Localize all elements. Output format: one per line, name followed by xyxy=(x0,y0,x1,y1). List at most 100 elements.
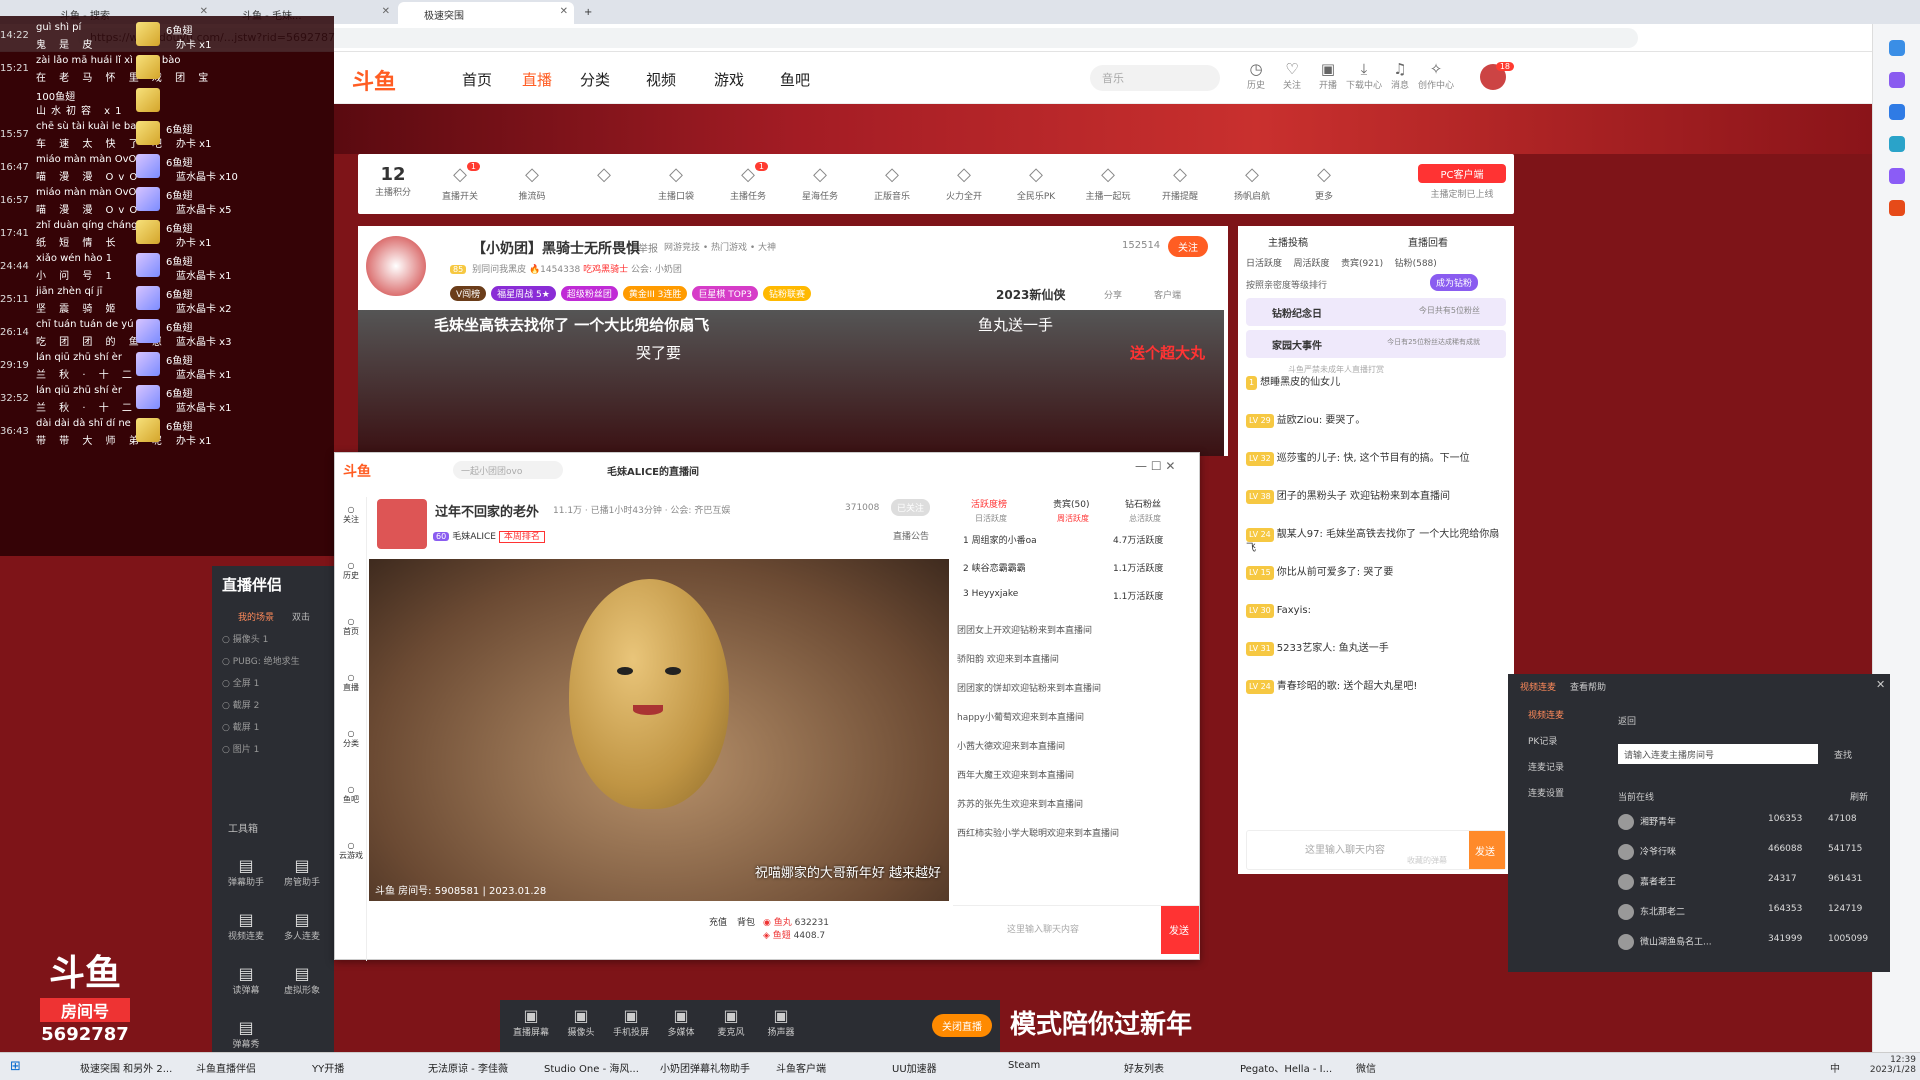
tab-daily[interactable]: 日活跃度 xyxy=(1246,259,1282,269)
room-category[interactable]: 网游竞技 • 热门游戏 • 大神 xyxy=(664,240,776,253)
tab-vip[interactable]: 贵宾(921) xyxy=(1341,259,1383,269)
toolbar-item[interactable]: ◇ 直播开关 1 xyxy=(432,162,488,202)
float-nav-item[interactable]: ○ 鱼吧 xyxy=(335,785,367,805)
toolbar-item[interactable]: ◇ 正版音乐 xyxy=(864,164,920,202)
collect-link[interactable]: 收藏的弹幕 xyxy=(1407,855,1447,866)
sub-total[interactable]: 总活跃度 xyxy=(1129,513,1161,524)
toolbar-item[interactable]: ◇ 推流码 xyxy=(504,164,560,202)
nav-yuba[interactable]: 鱼吧 xyxy=(780,69,810,90)
message-button[interactable]: ♫ 消息 xyxy=(1382,60,1418,91)
creator-button[interactable]: ✧ 创作中心 xyxy=(1418,60,1454,91)
douyu-logo[interactable]: 斗鱼 xyxy=(352,64,422,95)
float-send-button[interactable]: 发送 xyxy=(1161,906,1199,954)
scene-source[interactable]: ○ 全屏 1 xyxy=(222,676,259,689)
tab-double[interactable]: 双击 xyxy=(292,610,310,623)
scene-source[interactable]: ○ 摄像头 1 xyxy=(222,632,268,645)
end-live-button[interactable]: 关闭直播 xyxy=(932,1014,992,1037)
nav-game[interactable]: 游戏 xyxy=(714,69,744,90)
taskbar-app[interactable]: 斗鱼客户端 xyxy=(776,1060,826,1075)
toolbar-item[interactable]: ◇ 火力全开 xyxy=(936,164,992,202)
streamer-avatar[interactable] xyxy=(366,236,426,296)
online-streamer[interactable]: 微山湖渔島名工... 341999 1005099 xyxy=(1618,934,1880,950)
bag-button[interactable]: 背包 xyxy=(737,915,755,928)
person-icon[interactable] xyxy=(1888,168,1905,184)
taskbar-app[interactable]: 极速突围 和另外 2... xyxy=(80,1060,172,1075)
room-id-input[interactable]: 请输入连麦主播房间号 xyxy=(1618,744,1818,764)
float-tab-title[interactable]: 毛妹ALICE的直播间 xyxy=(607,463,699,478)
follow-button[interactable]: ♡ 关注 xyxy=(1274,60,1310,91)
back-link[interactable]: 返回 xyxy=(1618,714,1636,727)
score[interactable]: 12 主播积分 xyxy=(368,164,418,198)
report-link[interactable]: 举报 xyxy=(638,240,658,255)
tab-scenes[interactable]: 我的场景 xyxy=(238,610,274,623)
float-nav-item[interactable]: ○ 历史 xyxy=(335,561,367,581)
search-input[interactable]: 音乐 xyxy=(1090,65,1220,91)
send-button[interactable]: 发送 xyxy=(1469,831,1505,869)
toolbar-item[interactable]: ◇ 全民乐PK xyxy=(1008,164,1064,202)
search-icon[interactable] xyxy=(1888,40,1905,56)
live-control[interactable]: ▣ 多媒体 xyxy=(658,1006,704,1038)
toolbar-item[interactable]: ◇ 主播任务 1 xyxy=(720,162,776,202)
online-streamer[interactable]: 湘野青年 106353 47108 xyxy=(1618,814,1880,830)
tool-item[interactable]: ▤ 虚拟形象 xyxy=(276,964,328,996)
badge-pill[interactable]: 福星周战 5★ xyxy=(491,286,556,301)
taskbar-app[interactable]: 无法原谅 - 李佳薇 xyxy=(428,1060,508,1075)
live-control[interactable]: ▣ 麦克风 xyxy=(708,1006,754,1038)
browser-tab-active[interactable]: 极速突围 ✕ xyxy=(398,2,574,24)
toolbar-item[interactable]: ◇ 主播口袋 xyxy=(648,164,704,202)
toolbar-item[interactable]: ◇ 主播一起玩 xyxy=(1080,164,1136,202)
share-button[interactable]: 分享 xyxy=(1104,288,1122,301)
pk-nav-item[interactable]: 连麦记录 xyxy=(1528,760,1564,773)
sub-weekly[interactable]: 周活跃度 xyxy=(1057,513,1089,524)
sub-daily[interactable]: 日活跃度 xyxy=(975,513,1007,524)
taskbar-app[interactable]: Steam xyxy=(1008,1060,1040,1071)
follow-button[interactable]: 关注 xyxy=(1168,236,1208,257)
float-nav-item[interactable]: ○ 云游戏 xyxy=(335,841,367,861)
clock[interactable]: 12:39 2023/1/28 xyxy=(1858,1055,1916,1075)
toolbar-item[interactable]: ◇ 扬帆启航 xyxy=(1224,164,1280,202)
toolbar-item[interactable]: ◇ 开播提醒 xyxy=(1152,164,1208,202)
close-icon[interactable]: ✕ xyxy=(382,6,390,17)
nav-home[interactable]: 首页 xyxy=(462,69,492,90)
video-preview[interactable]: 毛妹坐高铁去找你了 一个大比兜给你扇飞 鱼丸送一手 哭了要 送个超大丸 xyxy=(358,310,1224,456)
float-avatar[interactable] xyxy=(377,499,427,549)
taskbar-app[interactable]: 微信 xyxy=(1356,1060,1376,1075)
live-control[interactable]: ▣ 摄像头 xyxy=(558,1006,604,1038)
tab-weekly[interactable]: 周活跃度 xyxy=(1293,259,1329,269)
start-live-button[interactable]: ▣ 开播 xyxy=(1310,60,1346,91)
refresh-button[interactable]: 刷新 xyxy=(1850,790,1868,803)
ime-indicator[interactable]: 中 xyxy=(1830,1060,1840,1075)
client-button[interactable]: 客户端 xyxy=(1154,288,1181,301)
plus-icon[interactable] xyxy=(1888,72,1905,88)
chat-input[interactable]: 这里输入聊天内容 收藏的弹幕 发送 xyxy=(1246,830,1506,870)
pc-client-button[interactable]: PC客户端 主播定制已上线 xyxy=(1418,164,1506,200)
download-button[interactable]: ⤓ 下载中心 xyxy=(1346,60,1382,91)
taskbar-app[interactable]: 斗鱼直播伴侣 xyxy=(196,1060,256,1075)
badge-pill[interactable]: 黄金III 3连胜 xyxy=(622,286,688,301)
toolbar-item[interactable]: ◇ 星海任务 xyxy=(792,164,848,202)
tag-icon[interactable] xyxy=(1888,104,1905,120)
live-control[interactable]: ▣ 手机投屏 xyxy=(608,1006,654,1038)
taskbar-app[interactable]: Studio One - 海风... xyxy=(544,1060,639,1075)
float-chat-input[interactable]: 这里输入聊天内容 发送 xyxy=(953,905,1199,955)
pk-nav-item[interactable]: PK记录 xyxy=(1528,734,1557,747)
taskbar-app[interactable]: 好友列表 xyxy=(1124,1060,1164,1075)
find-button[interactable]: 查找 xyxy=(1834,748,1852,761)
scene-source[interactable]: ○ 截屏 1 xyxy=(222,720,259,733)
windows-start-icon[interactable]: ⊞ xyxy=(10,1059,21,1074)
window-controls[interactable]: — ☐ ✕ xyxy=(1135,459,1175,473)
recharge-button[interactable]: 充值 xyxy=(709,915,727,928)
new-tab-icon[interactable]: + xyxy=(578,2,598,24)
badge-pill[interactable]: 巨星棋 TOP3 xyxy=(692,286,759,301)
pk-nav-item[interactable]: 连麦设置 xyxy=(1528,786,1564,799)
taskbar-app[interactable]: YY开播 xyxy=(312,1060,344,1075)
live-control[interactable]: ▣ 直播屏幕 xyxy=(508,1006,554,1038)
tool-item[interactable]: ▤ 弹幕秀 xyxy=(220,1018,272,1050)
close-icon[interactable]: ✕ xyxy=(1876,678,1885,691)
tool-item[interactable]: ▤ 视频连麦 xyxy=(220,910,272,942)
briefcase-icon[interactable] xyxy=(1888,136,1905,152)
online-streamer[interactable]: 东北那老二 164353 124719 xyxy=(1618,904,1880,920)
close-icon[interactable]: ✕ xyxy=(560,6,568,17)
scene-source[interactable]: ○ PUBG: 绝地求生 xyxy=(222,654,300,667)
tab-submissions[interactable]: 主播投稿 xyxy=(1268,234,1308,249)
